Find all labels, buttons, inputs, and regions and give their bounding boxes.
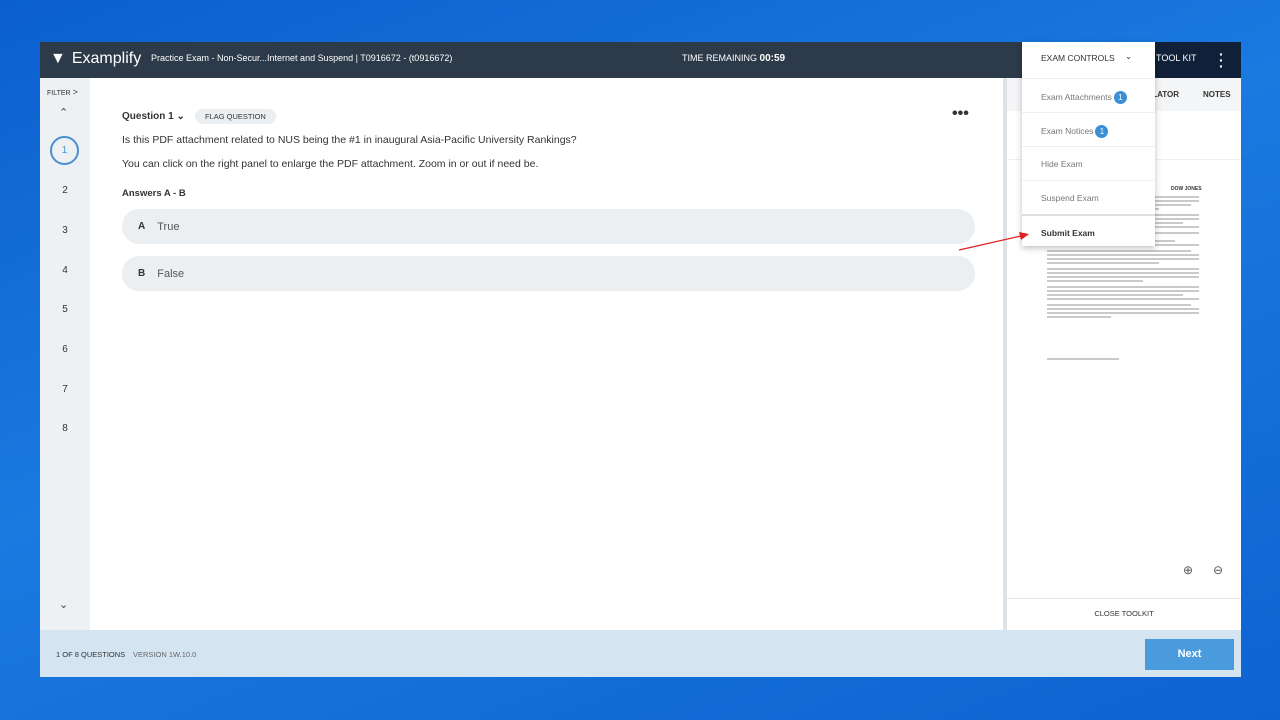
question-nav-item[interactable]: 3 <box>40 225 90 236</box>
pdf-text-line <box>1047 286 1199 288</box>
answer-option-b[interactable]: B False <box>122 256 975 291</box>
option-letter: A <box>138 221 146 232</box>
option-letter: B <box>138 268 146 279</box>
answers-label: Answers A - B <box>122 188 186 199</box>
pdf-text-line <box>1047 312 1199 314</box>
question-nav-item[interactable]: 7 <box>40 384 90 395</box>
question-nav-item[interactable]: 5 <box>40 304 90 315</box>
time-remaining: TIME REMAINING 00:59 <box>682 53 785 64</box>
pdf-text-line <box>1047 316 1111 318</box>
question-nav-item[interactable]: 2 <box>40 185 90 196</box>
kebab-menu-icon[interactable]: · · · <box>1219 47 1224 73</box>
count-badge: 1 <box>1095 125 1109 138</box>
question-label: Question 1 <box>122 111 174 122</box>
menu-item-submit-exam[interactable]: Submit Exam <box>1022 214 1155 248</box>
pdf-text-line <box>1047 250 1191 252</box>
menu-item-exam-attachments[interactable]: Exam Attachments 1 <box>1022 78 1155 112</box>
question-instruction: You can click on the right panel to enla… <box>122 158 539 170</box>
pdf-text-line <box>1047 304 1191 306</box>
zoom-in-icon[interactable]: ⊕ <box>1183 563 1193 577</box>
question-nav-item[interactable]: 4 <box>40 265 90 276</box>
exam-title: Practice Exam - Non-Secur...Internet and… <box>151 53 453 63</box>
question-nav-item[interactable]: 6 <box>40 344 90 355</box>
question-nav-item[interactable]: 1 <box>50 136 79 165</box>
question-selector[interactable]: Question 1 ⌄ <box>122 111 185 122</box>
close-toolkit-button[interactable]: CLOSE TOOLKIT <box>1007 598 1241 618</box>
pdf-text-line <box>1047 290 1199 292</box>
zoom-out-icon[interactable]: ⊖ <box>1213 563 1223 577</box>
scroll-up-chevron-icon[interactable]: ⌃ <box>59 106 68 119</box>
flag-question-button[interactable]: FLAG QUESTION <box>195 109 276 124</box>
scroll-down-chevron-icon[interactable]: ⌄ <box>59 598 68 611</box>
question-area: Question 1 ⌄ FLAG QUESTION ••• Is this P… <box>90 78 1003 630</box>
question-nav-item[interactable]: 8 <box>40 423 90 434</box>
menu-item-exam-notices[interactable]: Exam Notices 1 <box>1022 112 1155 146</box>
time-label: TIME REMAINING <box>682 53 758 63</box>
question-progress: 1 OF 8 QUESTIONS <box>56 650 126 659</box>
pdf-text-line <box>1047 262 1159 264</box>
answer-option-a[interactable]: A True <box>122 209 975 244</box>
pdf-text-line <box>1047 276 1199 278</box>
pdf-text-line <box>1047 308 1199 310</box>
option-text: True <box>157 220 180 233</box>
pdf-text-line <box>1047 280 1143 282</box>
menu-item-suspend-exam[interactable]: Suspend Exam <box>1022 180 1155 214</box>
toolkit-label: TOOL KIT <box>1156 53 1197 63</box>
exam-controls-menu: EXAM CONTROLS ⌄ Exam Attachments 1 Exam No… <box>1022 42 1155 246</box>
exam-controls-toggle[interactable]: EXAM CONTROLS ⌄ <box>1022 42 1155 78</box>
tab-notes[interactable]: NOTES <box>1203 90 1231 99</box>
count-badge: 1 <box>1113 91 1127 104</box>
menu-item-label: Exam Notices <box>1041 126 1094 136</box>
filter-label: FILTER <box>47 90 71 97</box>
version-label: VERSION 1W.10.0 <box>133 650 197 659</box>
more-options-icon[interactable]: ••• <box>952 105 969 123</box>
option-text: False <box>157 267 185 280</box>
pdf-text-line <box>1047 254 1199 256</box>
next-button[interactable]: Next <box>1145 639 1234 670</box>
pdf-text-line <box>1047 272 1199 274</box>
logo: ▼ Examplify <box>50 50 141 68</box>
filter-button[interactable]: FILTER > <box>47 87 78 97</box>
chevron-down-icon: ⌄ <box>176 111 185 122</box>
footer: 1 OF 8 QUESTIONS VERSION 1W.10.0 Next <box>40 630 1241 677</box>
pdf-text-line <box>1047 268 1199 270</box>
annotation-arrow-icon <box>958 232 1029 251</box>
app-name: Examplify <box>71 50 142 67</box>
pdf-text-line <box>1047 258 1199 260</box>
examplify-logo-icon: ▼ <box>50 50 66 67</box>
question-text: Is this PDF attachment related to NUS be… <box>122 134 577 146</box>
question-nav: FILTER > ⌃ 1 2 3 4 5 6 7 8 ⌄ <box>40 78 90 630</box>
pdf-footer-line <box>1047 358 1119 360</box>
menu-item-hide-exam[interactable]: Hide Exam <box>1022 146 1155 180</box>
time-value: 00:59 <box>759 53 786 64</box>
pdf-text-line <box>1047 298 1199 300</box>
pdf-text-line <box>1047 294 1183 296</box>
chevron-right-icon: > <box>72 87 78 97</box>
chevron-down-icon: ⌄ <box>1125 51 1133 61</box>
menu-title: EXAM CONTROLS <box>1041 53 1115 63</box>
menu-item-label: Exam Attachments <box>1041 92 1112 102</box>
